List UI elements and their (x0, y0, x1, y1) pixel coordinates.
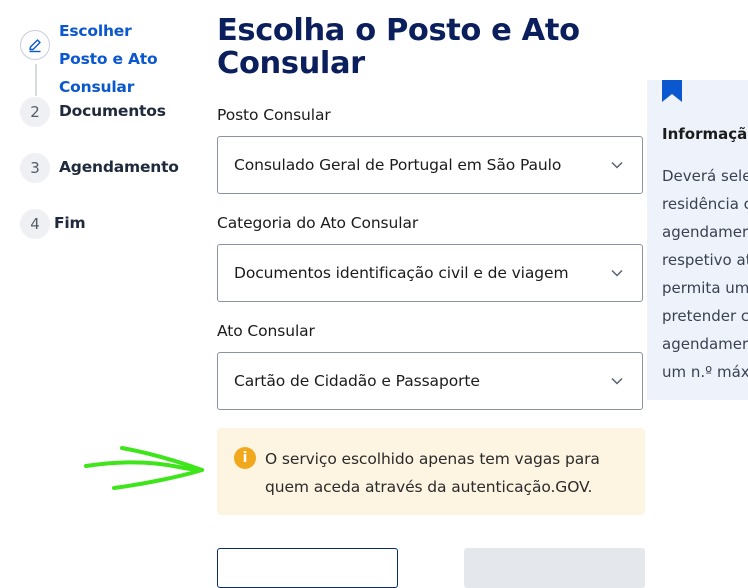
info-line: Deverá sele (662, 167, 748, 185)
ato-consular-select[interactable]: Cartão de Cidadão e Passaporte (217, 352, 643, 410)
info-line: residência c (662, 195, 748, 213)
step-label-documentos: Documentos (59, 102, 166, 120)
step-number: 3 (20, 153, 50, 183)
annotation-arrow-icon (84, 446, 204, 490)
step-agendamento[interactable]: 3 Agendamento (20, 153, 179, 183)
bookmark-icon (662, 80, 682, 102)
alert-line-2: quem aceda através da autenticação.GOV. (265, 478, 593, 496)
info-line: pretender c (662, 307, 748, 325)
categoria-label: Categoria do Ato Consular (217, 214, 419, 232)
info-text: Deverá sele residência c agendamer respe… (662, 162, 748, 386)
info-line: agendamer (662, 335, 748, 353)
warning-alert: i O serviço escolhido apenas tem vagas p… (217, 428, 645, 515)
chevron-down-icon (611, 377, 623, 385)
step-number: 4 (20, 209, 50, 239)
next-button[interactable] (464, 548, 645, 588)
step-label-fim: Fim (54, 214, 86, 232)
ato-consular-value: Cartão de Cidadão e Passaporte (234, 372, 480, 390)
info-line: um n.º máx (662, 363, 748, 381)
page-title: Escolha o Posto e Ato Consular (217, 13, 580, 81)
edit-pencil-icon (20, 30, 50, 60)
posto-consular-select[interactable]: Consulado Geral de Portugal em São Paulo (217, 136, 643, 194)
step-documentos[interactable]: 2 Documentos (20, 97, 166, 127)
posto-consular-value: Consulado Geral de Portugal em São Paulo (234, 156, 562, 174)
step-label-escolher: Escolher Posto e Ato Consular (59, 22, 158, 96)
chevron-down-icon (611, 161, 623, 169)
info-line: respetivo at (662, 251, 748, 269)
step-number: 2 (20, 97, 50, 127)
posto-consular-label: Posto Consular (217, 106, 331, 124)
alert-line-1: O serviço escolhido apenas tem vagas par… (265, 450, 600, 468)
step-escolher-posto[interactable]: Escolher Posto e Ato Consular (20, 22, 179, 101)
info-icon: i (234, 447, 256, 469)
alert-message: O serviço escolhido apenas tem vagas par… (265, 445, 625, 501)
step-label-agendamento: Agendamento (59, 158, 179, 176)
info-title: Informação (662, 125, 748, 143)
ato-consular-label: Ato Consular (217, 322, 315, 340)
chevron-down-icon (611, 269, 623, 277)
step-fim[interactable]: 4 Fim (20, 209, 86, 239)
step-connector (35, 64, 37, 96)
info-panel: Informação Deverá sele residência c agen… (647, 80, 748, 400)
categoria-select[interactable]: Documentos identificação civil e de viag… (217, 244, 643, 302)
info-line: permita um (662, 279, 748, 297)
categoria-value: Documentos identificação civil e de viag… (234, 264, 569, 282)
back-button[interactable] (217, 548, 398, 588)
info-line: agendamer (662, 223, 748, 241)
